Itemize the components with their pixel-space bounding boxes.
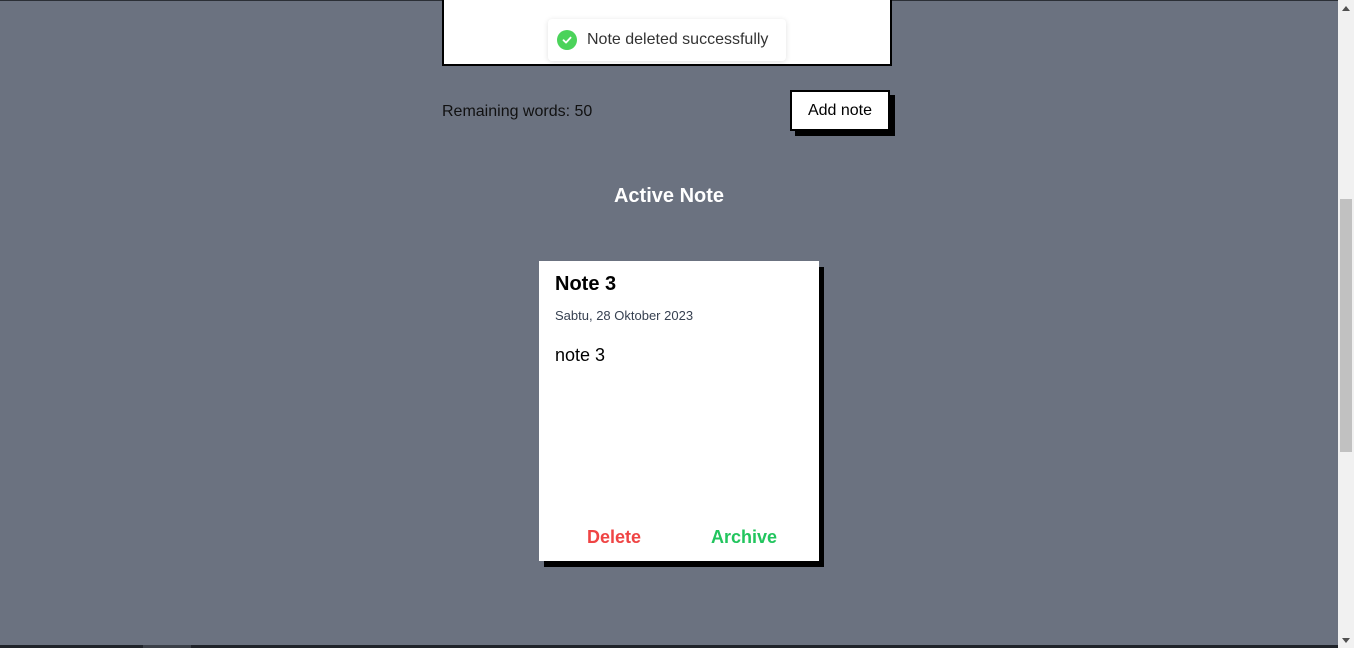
scroll-up-arrow-icon[interactable] <box>1338 0 1354 16</box>
note-date: Sabtu, 28 Oktober 2023 <box>555 308 694 323</box>
check-circle-icon <box>557 30 577 50</box>
note-title: Note 3 <box>555 273 617 295</box>
toast-notification[interactable]: Note deleted successfully <box>548 19 786 61</box>
scroll-down-arrow-icon[interactable] <box>1338 632 1354 648</box>
delete-note-button[interactable]: Delete <box>549 527 679 548</box>
scrollbar-thumb[interactable] <box>1340 199 1352 452</box>
note-actions: Delete Archive <box>539 527 819 548</box>
vertical-scrollbar[interactable] <box>1338 0 1354 648</box>
section-title-active-note: Active Note <box>613 185 725 207</box>
archive-note-button[interactable]: Archive <box>679 527 809 548</box>
add-note-button[interactable]: Add note <box>790 90 890 131</box>
toast-message: Note deleted successfully <box>587 31 769 48</box>
note-body: note 3 <box>555 345 606 365</box>
remaining-words-counter: Remaining words: 50 <box>442 103 593 120</box>
note-card: Note 3 Sabtu, 28 Oktober 2023 note 3 Del… <box>539 261 819 561</box>
